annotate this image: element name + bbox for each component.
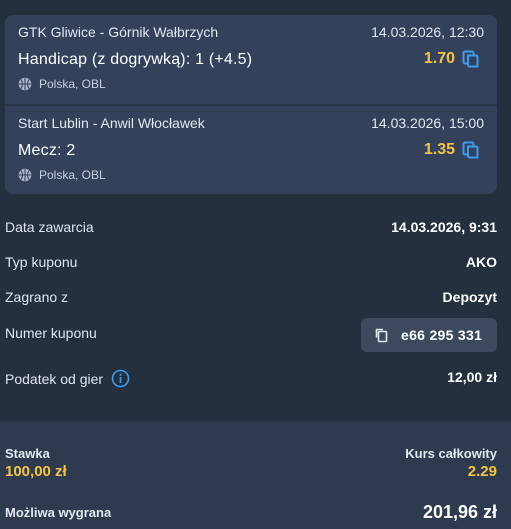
bet-odds: 1.70	[423, 50, 455, 67]
bet-market: Handicap (z dogrywką): 1 (+4.5)	[18, 51, 253, 68]
detail-row-number: Numer kuponu e66 295 331	[0, 316, 511, 352]
stake-value: 100,00 zł	[5, 463, 67, 480]
copy-icon	[375, 328, 388, 343]
detail-row-type: Typ kuponu AKO	[0, 245, 511, 281]
bet-date: 14.03.2026, 12:30	[371, 24, 484, 40]
detail-label: Data zawarcia	[5, 219, 94, 235]
possible-win-value: 201,96 zł	[422, 502, 497, 522]
total-odds-label: Kurs całkowity	[405, 446, 497, 461]
coupon-number-copy-button[interactable]: e66 295 331	[361, 318, 497, 352]
possible-win-label: Możliwa wygrana	[5, 505, 112, 520]
bet-date: 14.03.2026, 15:00	[371, 115, 484, 131]
basketball-icon	[18, 168, 32, 182]
bet-market: Mecz: 2	[18, 142, 76, 159]
detail-label: Typ kuponu	[5, 254, 78, 270]
bet-league: Polska, OBL	[18, 77, 106, 91]
coupon-number: e66 295 331	[401, 327, 483, 343]
stake-label: Stawka	[5, 446, 50, 461]
detail-label: Podatek od gier	[5, 369, 130, 388]
detail-label: Zagrano z	[5, 289, 69, 305]
copy-icon[interactable]	[461, 140, 481, 160]
detail-value: 12,00 zł	[447, 369, 497, 385]
basketball-icon	[18, 77, 32, 91]
detail-value: Depozyt	[442, 289, 497, 305]
info-icon[interactable]	[111, 369, 130, 388]
bet-odds: 1.35	[423, 141, 455, 158]
copy-icon[interactable]	[461, 49, 481, 69]
bet-item: GTK Gliwice - Górnik Wałbrzych 14.03.202…	[5, 15, 497, 106]
bet-item: Start Lublin - Anwil Włocławek 14.03.202…	[5, 106, 497, 194]
bet-league: Polska, OBL	[18, 168, 106, 182]
league-label: Polska, OBL	[39, 77, 106, 91]
coupon-summary: Stawka 100,00 zł Kurs całkowity 2.29 Moż…	[0, 421, 511, 529]
total-odds-value: 2.29	[467, 463, 497, 480]
detail-value: AKO	[465, 254, 497, 270]
detail-value: 14.03.2026, 9:31	[391, 219, 497, 235]
league-label: Polska, OBL	[39, 168, 106, 182]
detail-row-played: Zagrano z Depozyt	[0, 280, 511, 316]
bet-teams: Start Lublin - Anwil Włocławek	[18, 115, 205, 131]
detail-label: Numer kuponu	[5, 325, 97, 341]
detail-row-date: Data zawarcia 14.03.2026, 9:31	[0, 210, 511, 246]
detail-row-tax: Podatek od gier 12,00 zł	[0, 360, 511, 396]
tax-label: Podatek od gier	[5, 370, 104, 387]
bets-card: GTK Gliwice - Górnik Wałbrzych 14.03.202…	[5, 15, 497, 194]
bet-teams: GTK Gliwice - Górnik Wałbrzych	[18, 24, 219, 40]
